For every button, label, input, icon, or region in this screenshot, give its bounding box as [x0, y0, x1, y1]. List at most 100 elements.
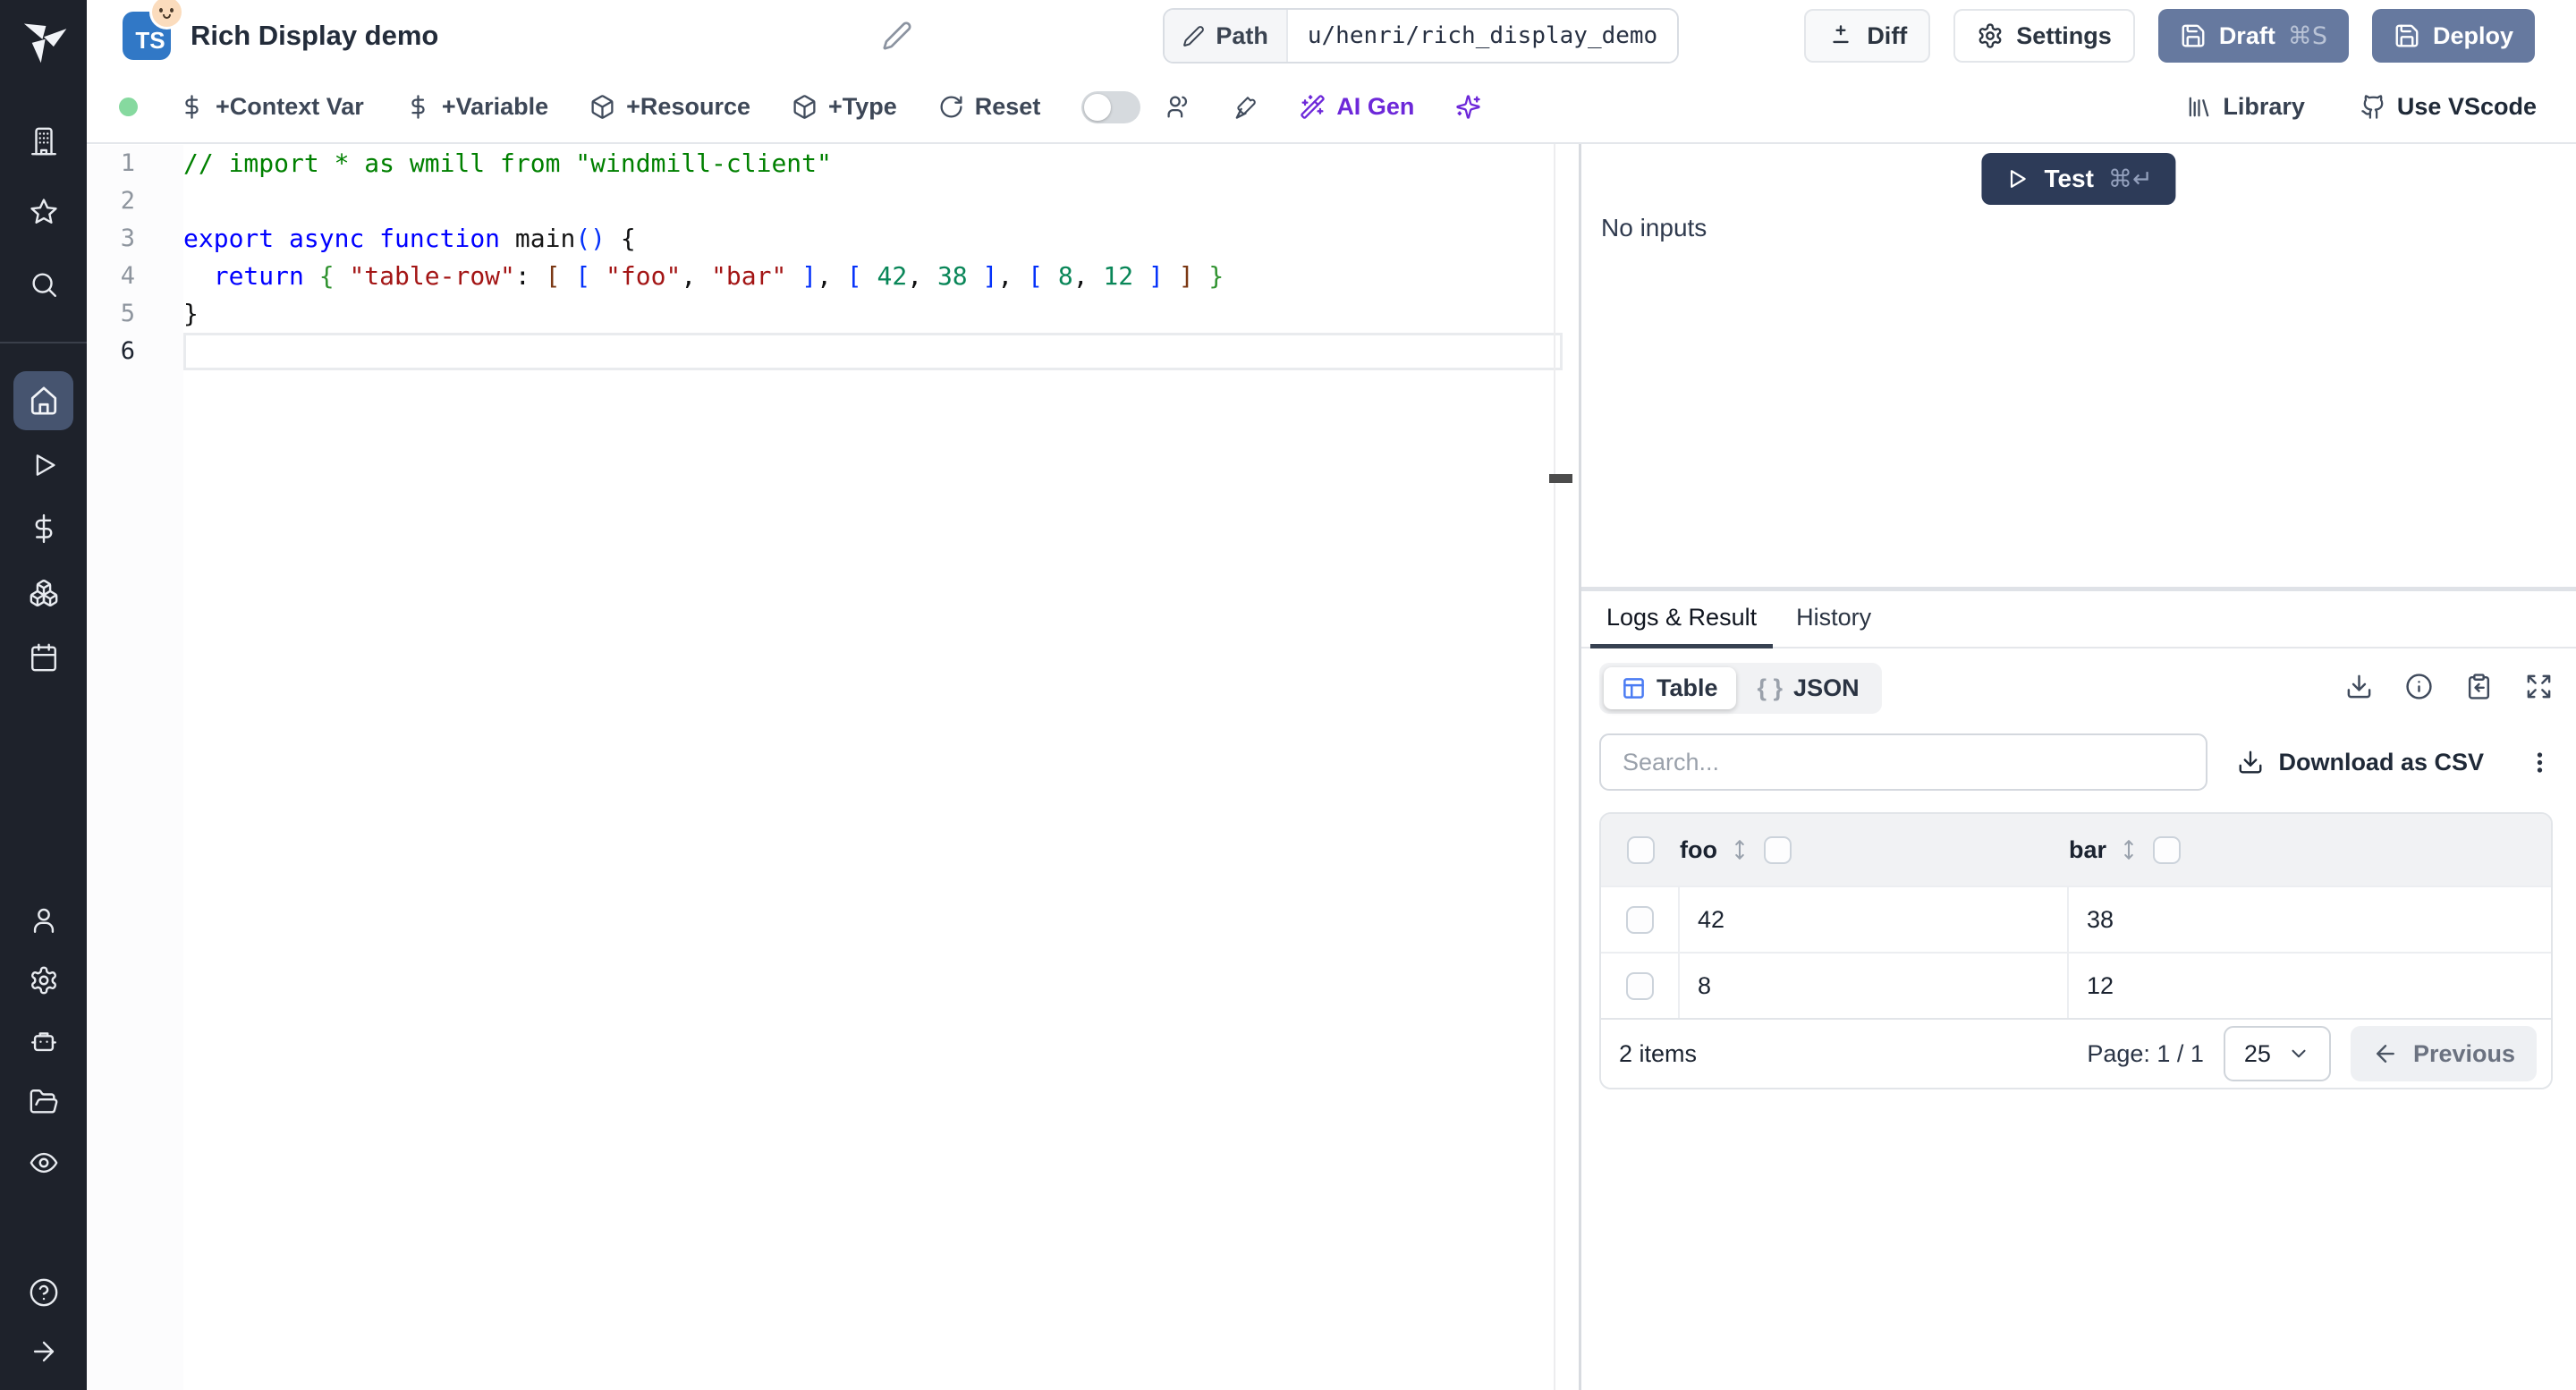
draft-button[interactable]: Draft ⌘S [2157, 9, 2349, 63]
diff-button[interactable]: Diff [1804, 9, 1931, 63]
add-context-var-button[interactable]: +Context Var [179, 93, 364, 121]
path-field[interactable]: Path u/henri/rich_display_demo [1163, 8, 1680, 64]
editor-scrollbar[interactable] [1554, 144, 1555, 1390]
diff-icon [1833, 25, 1849, 44]
code-line[interactable]: return { "table-row": [ [ "foo", "bar" ]… [183, 258, 1579, 295]
code-line[interactable] [183, 182, 1579, 220]
code-line-active[interactable] [183, 333, 1563, 370]
sidebar-item-home[interactable] [13, 371, 73, 430]
table-header-row: foo bar [1601, 814, 2551, 886]
add-resource-button[interactable]: +Resource [589, 93, 750, 121]
reset-button[interactable]: Reset [938, 93, 1040, 121]
result-action-icons [2345, 673, 2553, 705]
code-line[interactable]: } [183, 295, 1579, 333]
wand-sparkles-icon [1301, 95, 1326, 119]
view-json-button[interactable]: { } JSON [1740, 667, 1877, 709]
table-body: 42 38 8 12 [1601, 886, 2551, 1018]
table-row[interactable]: 42 38 [1601, 886, 2551, 952]
sidebar-item-workspace[interactable] [29, 126, 59, 157]
test-button[interactable]: Test ⌘↵ [1981, 153, 2176, 205]
ai-sparkles-button[interactable] [1455, 94, 1481, 120]
sidebar-item-favorites[interactable] [29, 197, 59, 227]
add-type-button[interactable]: +Type [792, 93, 897, 121]
sidebar-divider [0, 342, 87, 343]
view-table-button[interactable]: Table [1604, 667, 1736, 709]
use-vscode-button[interactable]: Use VScode [2360, 93, 2537, 121]
row-checkbox[interactable] [1625, 905, 1654, 934]
search-icon [31, 273, 56, 297]
user-icon [33, 908, 54, 933]
path-value[interactable]: u/henri/rich_display_demo [1287, 10, 1678, 62]
page-size-select[interactable]: 25 [2223, 1026, 2331, 1081]
sidebar-item-help[interactable] [29, 1277, 59, 1308]
view-toggle: Table { } JSON [1599, 663, 1882, 714]
code-line[interactable]: export async function main() { [183, 220, 1579, 258]
row-checkbox[interactable] [1625, 971, 1654, 1000]
multiplayer-button[interactable] [1165, 94, 1191, 120]
download-icon [2240, 750, 2262, 774]
package-icon [793, 95, 816, 119]
code-line[interactable]: // import * as wmill from "windmill-clie… [183, 145, 1579, 182]
column-bar-checkbox[interactable] [2153, 835, 2182, 864]
sidebar-item-settings[interactable] [29, 965, 59, 996]
dollar-icon [185, 95, 199, 119]
sidebar-item-workers[interactable] [29, 1026, 59, 1056]
sparkles-icon [1456, 95, 1481, 119]
expand-icon [2527, 674, 2551, 698]
dollar-icon [411, 95, 425, 119]
draft-shortcut: ⌘S [2287, 21, 2327, 50]
pencil-icon [883, 21, 911, 50]
braces-icon: { } [1757, 674, 1784, 701]
edit-title-button[interactable] [882, 21, 912, 51]
home-icon [30, 386, 56, 415]
result-table: foo bar 42 38 8 12 2 items Page: 1 / 1 2… [1599, 812, 2553, 1089]
sidebar-item-users[interactable] [29, 905, 59, 936]
sidebar-item-schedules[interactable] [29, 642, 59, 673]
sidebar-item-variables[interactable] [29, 513, 59, 544]
column-foo-checkbox[interactable] [1763, 835, 1792, 864]
toolbar-right: Library Use VScode [2186, 93, 2576, 121]
tab-history[interactable]: History [1780, 591, 1887, 648]
sidebar-item-search[interactable] [29, 269, 59, 300]
column-header-bar[interactable]: bar [2069, 836, 2106, 864]
sidebar-expand-button[interactable] [29, 1336, 59, 1367]
ai-gen-button[interactable]: AI Gen [1300, 93, 1414, 121]
sidebar-item-runs[interactable] [29, 450, 59, 480]
settings-button[interactable]: Settings [1953, 9, 2135, 63]
copy-result-button[interactable] [2465, 673, 2493, 705]
code-editor[interactable]: 1 2 3 4 5 6 // import * as wmill from "windmi… [87, 144, 1579, 1390]
robot-icon [30, 1032, 56, 1052]
calendar-icon [30, 643, 56, 672]
sidebar-item-folders[interactable] [29, 1087, 59, 1117]
search-input[interactable] [1599, 733, 2207, 791]
library-button[interactable]: Library [2186, 93, 2305, 121]
toggle-switch[interactable] [1081, 90, 1141, 123]
format-code-button[interactable] [1233, 94, 1258, 120]
more-options-button[interactable] [2527, 750, 2553, 776]
select-all-checkbox[interactable] [1626, 835, 1655, 864]
download-csv-button[interactable]: Download as CSV [2237, 749, 2484, 776]
line-number: 6 [120, 337, 135, 365]
folder-open-icon [30, 1089, 57, 1114]
sidebar-item-audit-logs[interactable] [29, 1148, 59, 1178]
header-actions: Diff Settings Draft ⌘S Deploy [1804, 9, 2576, 63]
expand-result-button[interactable] [2525, 673, 2553, 705]
sort-icon [2124, 840, 2133, 860]
result-info-button[interactable] [2405, 673, 2433, 705]
chevron-down-icon [2292, 1049, 2306, 1058]
table-row[interactable]: 8 12 [1601, 952, 2551, 1018]
column-header-foo[interactable]: foo [1680, 836, 1717, 864]
windmill-logo[interactable] [18, 13, 70, 69]
sidebar-item-resources[interactable] [29, 578, 59, 608]
page-indicator: Page: 1 / 1 [2087, 1039, 2204, 1067]
package-icon [591, 95, 614, 119]
previous-page-button[interactable]: Previous [2350, 1026, 2537, 1081]
download-result-button[interactable] [2345, 673, 2373, 705]
deploy-button[interactable]: Deploy [2371, 9, 2535, 63]
header: TS Rich Display demo Path u/henri/rich_d… [87, 0, 2576, 72]
rotate-icon [940, 96, 962, 118]
tab-logs-result[interactable]: Logs & Result [1590, 591, 1774, 648]
gear-icon [1979, 23, 2002, 48]
code-area[interactable]: // import * as wmill from "windmill-clie… [183, 145, 1579, 1390]
add-variable-button[interactable]: +Variable [405, 93, 548, 121]
